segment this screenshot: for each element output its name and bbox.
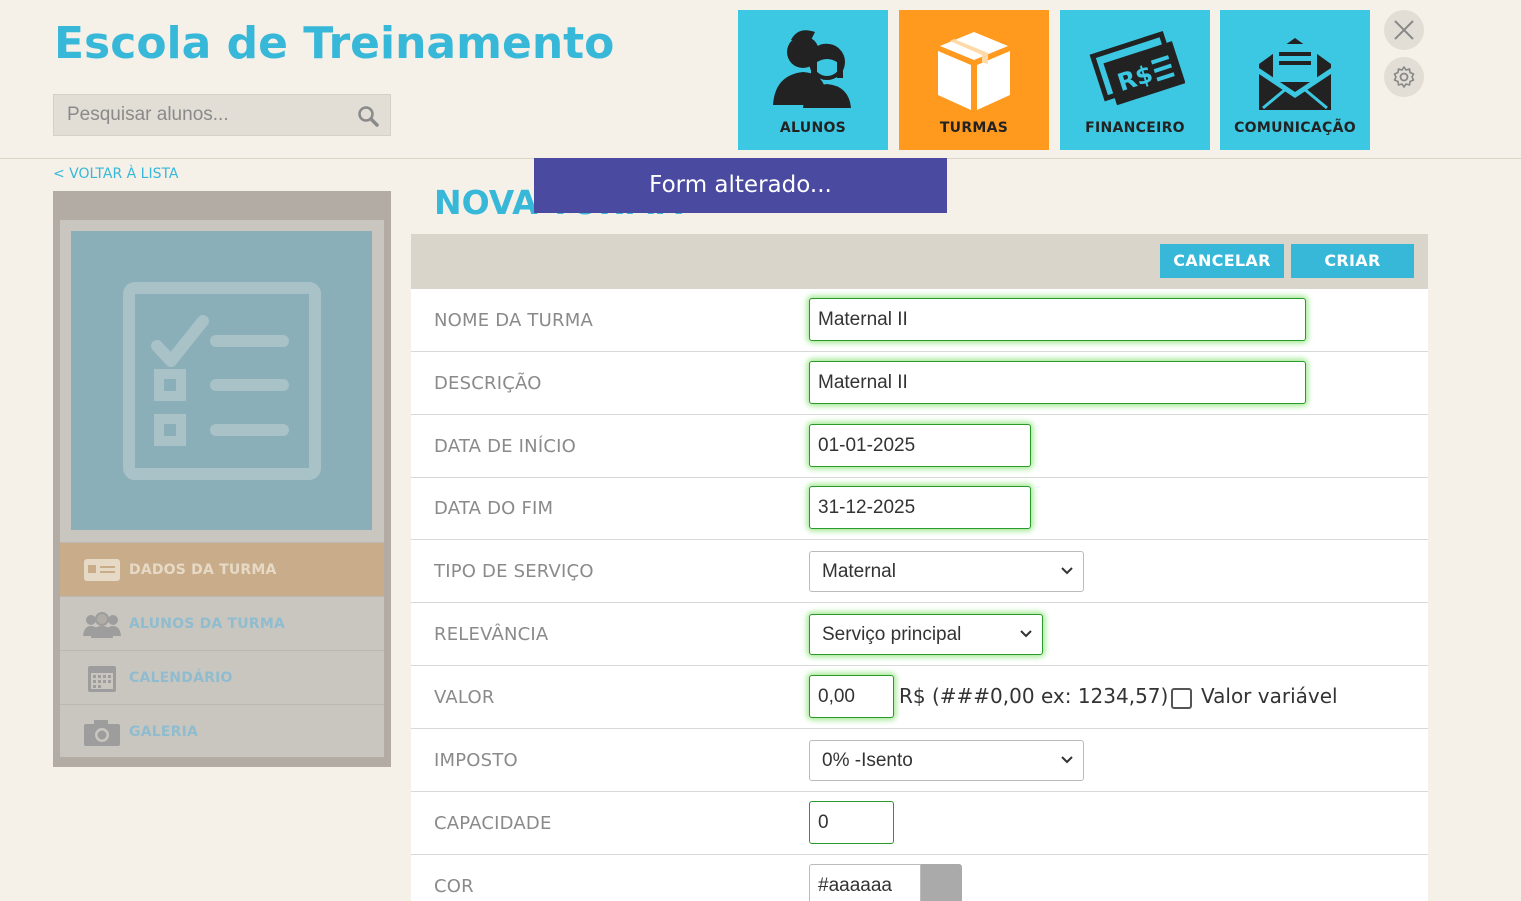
chevron-down-icon bbox=[1061, 756, 1073, 764]
color-swatch[interactable] bbox=[921, 864, 962, 901]
capacidade-input[interactable]: 0 bbox=[809, 801, 894, 844]
form-row-relevancia: RELEVÂNCIA Serviço principal bbox=[411, 603, 1428, 666]
sidebar-item-dados-da-turma[interactable]: DADOS DA TURMA bbox=[60, 542, 384, 596]
imposto-select[interactable]: 0% -Isento bbox=[809, 740, 1084, 781]
select-value: Serviço principal bbox=[822, 624, 962, 645]
form-row-data-fim: DATA DO FIM 31-12-2025 bbox=[411, 477, 1428, 540]
settings-button[interactable] bbox=[1384, 57, 1424, 97]
students-icon bbox=[773, 30, 851, 108]
chevron-down-icon bbox=[1020, 630, 1032, 638]
group-icon bbox=[83, 612, 121, 638]
sidebar-item-calendario[interactable]: CALENDÁRIO bbox=[60, 650, 384, 704]
valor-input[interactable]: 0,00 bbox=[809, 675, 894, 718]
descricao-input[interactable]: Maternal II bbox=[809, 361, 1306, 404]
valor-variavel-label[interactable]: Valor variável bbox=[1201, 684, 1338, 708]
search-icon[interactable] bbox=[356, 104, 380, 128]
sidebar-item-alunos-da-turma[interactable]: ALUNOS DA TURMA bbox=[60, 596, 384, 650]
sidebar-item-label: ALUNOS DA TURMA bbox=[129, 616, 285, 632]
form-row-descricao: DESCRIÇÃO Maternal II bbox=[411, 352, 1428, 415]
search-box bbox=[53, 94, 391, 136]
field-label: VALOR bbox=[434, 687, 495, 708]
nav-tile-alunos[interactable]: ALUNOS bbox=[738, 10, 888, 150]
nav-label: TURMAS bbox=[939, 120, 1009, 136]
nav-label: COMUNICAÇÃO bbox=[1234, 120, 1356, 136]
chevron-down-icon bbox=[1061, 567, 1073, 575]
sidebar-panel: DADOS DA TURMA ALUNOS DA TURMA CALENDÁRI… bbox=[60, 220, 384, 757]
form-row-capacidade: CAPACIDADE 0 bbox=[411, 792, 1428, 855]
field-label: DATA DE INÍCIO bbox=[434, 436, 576, 457]
data-inicio-input[interactable]: 01-01-2025 bbox=[809, 424, 1031, 467]
field-label: DESCRIÇÃO bbox=[434, 373, 542, 394]
envelope-icon bbox=[1259, 38, 1331, 110]
valor-format-hint: R$ (###0,00 ex: 1234,57) bbox=[899, 684, 1169, 708]
cor-input[interactable]: #aaaaaa bbox=[809, 864, 921, 901]
field-label: RELEVÂNCIA bbox=[434, 624, 549, 645]
cancel-button[interactable]: CANCELAR bbox=[1160, 244, 1284, 278]
sidebar-item-label: CALENDÁRIO bbox=[129, 670, 233, 686]
class-image bbox=[71, 231, 372, 530]
form-changed-toast: Form alterado... bbox=[534, 158, 947, 213]
checklist-icon bbox=[123, 282, 321, 480]
form-row-tipo-servico: TIPO DE SERVIÇO Maternal bbox=[411, 540, 1428, 603]
form-toolbar: CANCELAR CRIAR bbox=[411, 234, 1428, 289]
calendar-icon bbox=[88, 666, 116, 692]
sidebar-item-galeria[interactable]: GALERIA bbox=[60, 704, 384, 758]
field-label: COR bbox=[434, 876, 474, 897]
close-button[interactable] bbox=[1384, 10, 1424, 50]
tipo-servico-select[interactable]: Maternal bbox=[809, 551, 1084, 592]
class-form: NOME DA TURMA Maternal II DESCRIÇÃO Mate… bbox=[411, 289, 1428, 901]
nome-da-turma-input[interactable]: Maternal II bbox=[809, 298, 1306, 341]
back-to-list-link[interactable]: < VOLTAR À LISTA bbox=[53, 166, 179, 182]
sidebar: DADOS DA TURMA ALUNOS DA TURMA CALENDÁRI… bbox=[53, 191, 391, 767]
form-row-data-inicio: DATA DE INÍCIO 01-01-2025 bbox=[411, 415, 1428, 478]
field-label: DATA DO FIM bbox=[434, 498, 554, 519]
valor-variavel-checkbox[interactable] bbox=[1171, 688, 1192, 709]
sidebar-item-label: DADOS DA TURMA bbox=[129, 562, 277, 578]
relevancia-select[interactable]: Serviço principal bbox=[809, 614, 1043, 655]
id-card-icon bbox=[84, 559, 120, 581]
data-fim-input[interactable]: 31-12-2025 bbox=[809, 486, 1031, 529]
gear-icon bbox=[1393, 66, 1415, 88]
nav-label: ALUNOS bbox=[779, 120, 847, 136]
field-label: TIPO DE SERVIÇO bbox=[434, 561, 594, 582]
nav-tile-turmas[interactable]: TURMAS bbox=[899, 10, 1049, 150]
close-icon bbox=[1394, 20, 1414, 40]
field-label: CAPACIDADE bbox=[434, 813, 552, 834]
nav-tile-comunicacao[interactable]: COMUNICAÇÃO bbox=[1220, 10, 1370, 150]
nav-label: FINANCEIRO bbox=[1085, 120, 1185, 136]
app-title: Escola de Treinamento bbox=[54, 18, 615, 69]
money-icon: R$ bbox=[1089, 30, 1185, 106]
box-icon bbox=[938, 32, 1010, 110]
form-row-imposto: IMPOSTO 0% -Isento bbox=[411, 729, 1428, 792]
form-row-cor: COR #aaaaaa bbox=[411, 855, 1428, 901]
field-label: IMPOSTO bbox=[434, 750, 518, 771]
create-button[interactable]: CRIAR bbox=[1291, 244, 1414, 278]
field-label: NOME DA TURMA bbox=[434, 310, 593, 331]
sidebar-item-label: GALERIA bbox=[129, 724, 199, 740]
camera-icon bbox=[84, 720, 120, 746]
form-row-valor: VALOR 0,00 R$ (###0,00 ex: 1234,57) Valo… bbox=[411, 666, 1428, 729]
nav-tile-financeiro[interactable]: R$ FINANCEIRO bbox=[1060, 10, 1210, 150]
search-input[interactable] bbox=[54, 95, 354, 135]
select-value: 0% -Isento bbox=[822, 750, 913, 771]
select-value: Maternal bbox=[822, 561, 896, 582]
form-row-nome: NOME DA TURMA Maternal II bbox=[411, 289, 1428, 352]
